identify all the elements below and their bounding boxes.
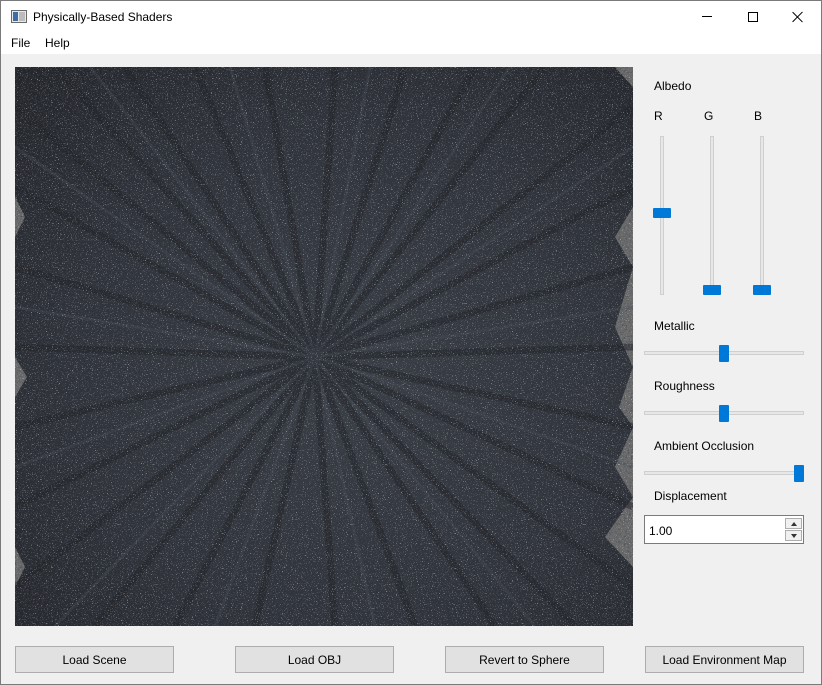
- revert-to-sphere-button[interactable]: Revert to Sphere: [445, 646, 604, 673]
- close-icon: [792, 11, 804, 23]
- render-viewport[interactable]: [15, 67, 633, 626]
- albedo-g-label: G: [704, 109, 714, 123]
- albedo-g-slider-handle[interactable]: [703, 285, 721, 295]
- app-icon: [11, 10, 27, 23]
- arrow-down-icon: [790, 533, 797, 538]
- load-obj-button[interactable]: Load OBJ: [235, 646, 394, 673]
- spin-down-button[interactable]: [785, 530, 802, 541]
- maximize-icon: [747, 11, 758, 22]
- roughness-slider-handle[interactable]: [719, 405, 729, 422]
- albedo-r-slider-handle[interactable]: [653, 208, 671, 218]
- load-environment-map-button[interactable]: Load Environment Map: [645, 646, 804, 673]
- albedo-g-slider[interactable]: [710, 136, 714, 295]
- albedo-b-slider-handle[interactable]: [753, 285, 771, 295]
- load-scene-button[interactable]: Load Scene: [15, 646, 174, 673]
- minimize-button[interactable]: [684, 1, 729, 32]
- title-bar[interactable]: Physically-Based Shaders: [1, 1, 821, 32]
- albedo-r-label: R: [654, 109, 663, 123]
- window-title: Physically-Based Shaders: [33, 10, 173, 24]
- ambient-occlusion-label: Ambient Occlusion: [654, 439, 755, 453]
- menu-help[interactable]: Help: [45, 36, 70, 50]
- displacement-value[interactable]: 1.00: [649, 524, 672, 538]
- app-window: Physically-Based Shaders File Help Albed…: [0, 0, 822, 685]
- ambient-occlusion-slider[interactable]: [644, 471, 804, 475]
- rendered-mesh: [15, 67, 633, 626]
- menu-file[interactable]: File: [11, 36, 30, 50]
- arrow-up-icon: [790, 521, 797, 526]
- displacement-spinbox[interactable]: 1.00: [644, 515, 804, 544]
- albedo-label: Albedo: [654, 79, 692, 93]
- roughness-label: Roughness: [654, 379, 715, 393]
- albedo-b-slider[interactable]: [760, 136, 764, 295]
- ambient-occlusion-slider-handle[interactable]: [794, 465, 804, 482]
- close-button[interactable]: [775, 1, 820, 32]
- spin-up-button[interactable]: [785, 518, 802, 529]
- maximize-button[interactable]: [730, 1, 775, 32]
- minimize-icon: [701, 16, 712, 17]
- albedo-b-label: B: [754, 109, 763, 123]
- displacement-label: Displacement: [654, 489, 727, 503]
- menu-bar: File Help: [1, 32, 821, 54]
- metallic-slider-handle[interactable]: [719, 345, 729, 362]
- metallic-label: Metallic: [654, 319, 695, 333]
